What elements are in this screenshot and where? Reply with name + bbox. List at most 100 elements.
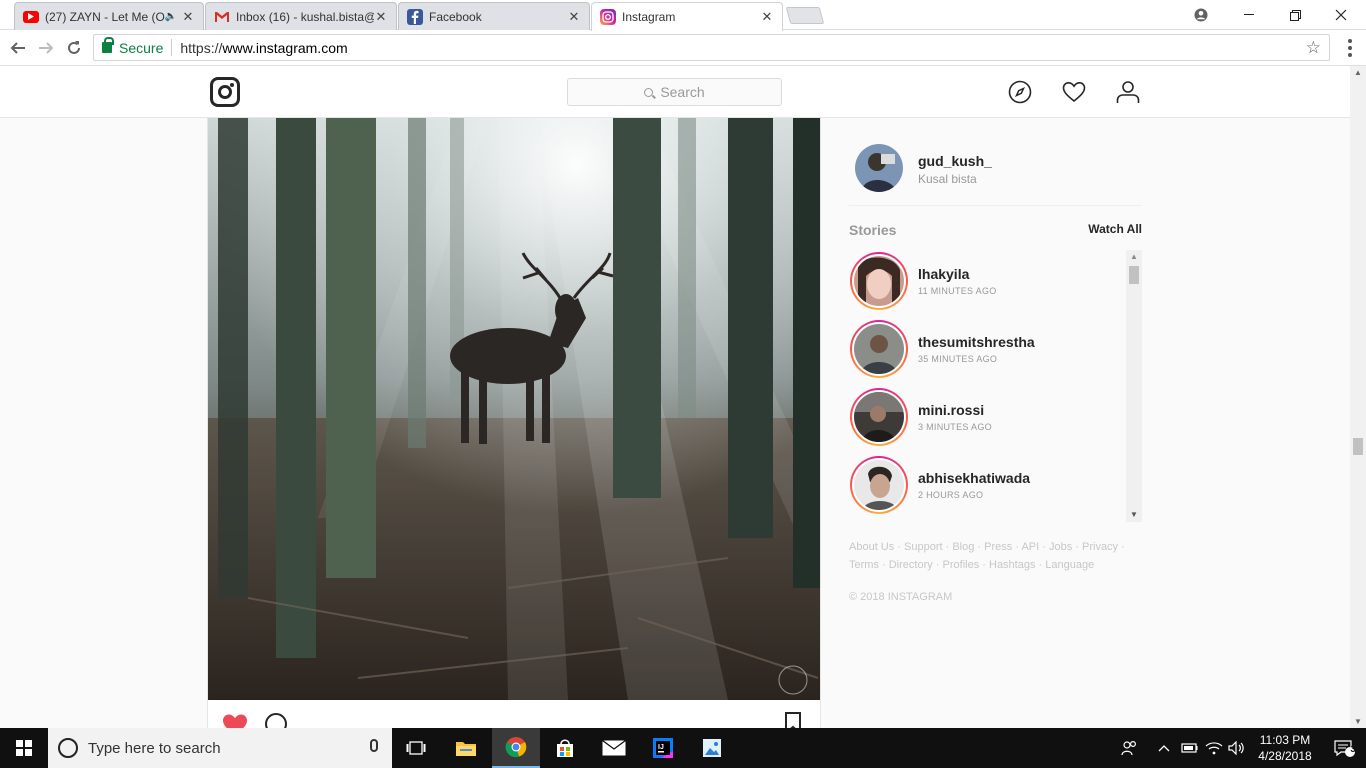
scroll-up-arrow-icon[interactable]: ▲ [1354,68,1362,77]
story-item[interactable]: thesumitshrestha 35 MINUTES AGO [849,320,1124,388]
footer-link-press[interactable]: Press [984,541,1012,553]
footer-link-language[interactable]: Language [1045,559,1094,571]
bookmark-star-icon[interactable]: ☆ [1306,38,1321,58]
close-tab-icon[interactable]: ✕ [374,9,388,25]
system-clock[interactable]: 11:03 PM 4/28/2018 [1250,732,1320,764]
scroll-up-arrow-icon[interactable]: ▲ [1126,250,1142,264]
stories-header: Stories Watch All [849,222,1142,240]
tab-title: Facebook [429,9,482,24]
footer-link-api[interactable]: API [1021,541,1039,553]
speaker-icon[interactable]: 🔈 [165,11,177,22]
close-tab-icon[interactable]: ✕ [760,9,774,25]
photos-app-icon[interactable] [688,728,736,768]
story-ring [850,388,908,446]
footer-links: About Us · Support · Blog · Press · API … [849,541,1125,571]
instagram-icon [600,9,616,25]
footer-link-blog[interactable]: Blog [952,541,974,553]
copyright: © 2018 INSTAGRAM [849,591,953,603]
tab-youtube[interactable]: (27) ZAYN - Let Me (O 🔈 ✕ [14,2,204,30]
instagram-logo-icon[interactable] [210,77,240,107]
avatar[interactable] [855,144,903,192]
battery-icon[interactable] [1178,728,1200,768]
close-tab-icon[interactable]: ✕ [567,9,581,25]
footer-link-profiles[interactable]: Profiles [943,559,980,571]
store-icon[interactable] [541,728,589,768]
facebook-icon [407,8,423,25]
url-text[interactable]: https://www.instagram.com [180,40,347,56]
reload-button[interactable] [62,36,86,60]
lock-icon [102,37,114,53]
stories-scrollbar[interactable]: ▲ ▼ [1126,250,1142,522]
windows-taskbar: Type here to search IJ 11:03 PM 4/28/201… [0,728,1366,768]
close-window-button[interactable] [1318,0,1364,30]
footer-link-support[interactable]: Support [904,541,943,553]
task-view-icon[interactable] [392,728,440,768]
wifi-icon[interactable] [1203,728,1225,768]
current-username[interactable]: gud_kush_ [918,153,992,169]
volume-icon[interactable] [1226,728,1248,768]
new-tab-button[interactable] [785,7,825,24]
search-input[interactable]: Search [567,78,782,106]
current-user-card: gud_kush_ Kusal bista [849,144,1142,206]
chrome-icon[interactable] [492,728,540,768]
url-host: www.instagram.com [222,39,348,56]
tab-title: Instagram [622,10,676,24]
address-bar[interactable]: Secure https://www.instagram.com ☆ [93,34,1330,61]
minimize-button[interactable] [1226,0,1272,30]
taskbar-search-input[interactable]: Type here to search [48,728,392,768]
intellij-icon[interactable]: IJ [639,728,687,768]
svg-text:IJ: IJ [658,744,664,751]
feed-post [207,118,821,728]
tab-gmail[interactable]: Inbox (16) - kushal.bista@ ✕ [205,2,397,30]
scrollbar-thumb[interactable] [1129,266,1139,284]
start-button[interactable] [0,728,48,768]
footer-link-terms[interactable]: Terms [849,559,879,571]
footer-link-jobs[interactable]: Jobs [1049,541,1072,553]
footer-link-hashtags[interactable]: Hashtags [989,559,1035,571]
avatar [854,256,904,306]
footer-link-directory[interactable]: Directory [889,559,933,571]
story-username: lhakyila [918,266,970,282]
profile-icon[interactable] [1178,0,1224,30]
scroll-down-arrow-icon[interactable]: ▼ [1354,717,1362,726]
windows-logo-icon [16,740,32,756]
comment-icon[interactable] [264,712,288,728]
microphone-icon[interactable] [370,739,378,752]
profile-user-icon[interactable] [1116,80,1140,104]
chrome-menu-button[interactable] [1342,36,1358,60]
footer-link-privacy[interactable]: Privacy [1082,541,1118,553]
divider [171,39,173,56]
story-item[interactable]: lhakyila 11 MINUTES AGO [849,252,1124,320]
tab-facebook[interactable]: Facebook ✕ [398,2,590,30]
bookmark-icon[interactable] [784,712,802,728]
clock-time: 11:03 PM [1259,733,1311,747]
avatar [854,392,904,442]
clock-date: 4/28/2018 [1258,749,1312,763]
story-item[interactable]: abhisekhatiwada 2 HOURS AGO [849,456,1124,522]
file-explorer-icon[interactable] [442,728,490,768]
youtube-icon [23,10,39,23]
search-placeholder: Search [660,84,705,100]
story-item[interactable]: mini.rossi 3 MINUTES AGO [849,388,1124,456]
explore-compass-icon[interactable] [1008,80,1032,104]
secure-indicator[interactable]: Secure [94,37,163,56]
like-heart-icon[interactable] [222,712,248,728]
activity-heart-icon[interactable] [1062,80,1086,104]
people-icon[interactable] [1118,728,1142,768]
back-button[interactable] [6,36,30,60]
forward-button[interactable] [34,36,58,60]
chevron-up-icon[interactable] [1155,728,1173,768]
page-scrollbar[interactable]: ▲ ▼ [1350,66,1366,728]
tab-instagram[interactable]: Instagram ✕ [591,2,783,31]
close-tab-icon[interactable]: ✕ [181,9,195,25]
post-photo[interactable] [208,118,820,700]
scrollbar-thumb[interactable] [1353,438,1363,455]
action-center-icon[interactable]: 3 [1322,728,1366,768]
watch-all-link[interactable]: Watch All [1088,222,1142,236]
footer-link-about[interactable]: About Us [849,541,894,553]
search-icon [644,87,654,97]
browser-toolbar: Secure https://www.instagram.com ☆ [0,30,1366,66]
scroll-down-arrow-icon[interactable]: ▼ [1126,508,1142,522]
restore-button[interactable] [1272,0,1318,30]
mail-icon[interactable] [590,728,638,768]
